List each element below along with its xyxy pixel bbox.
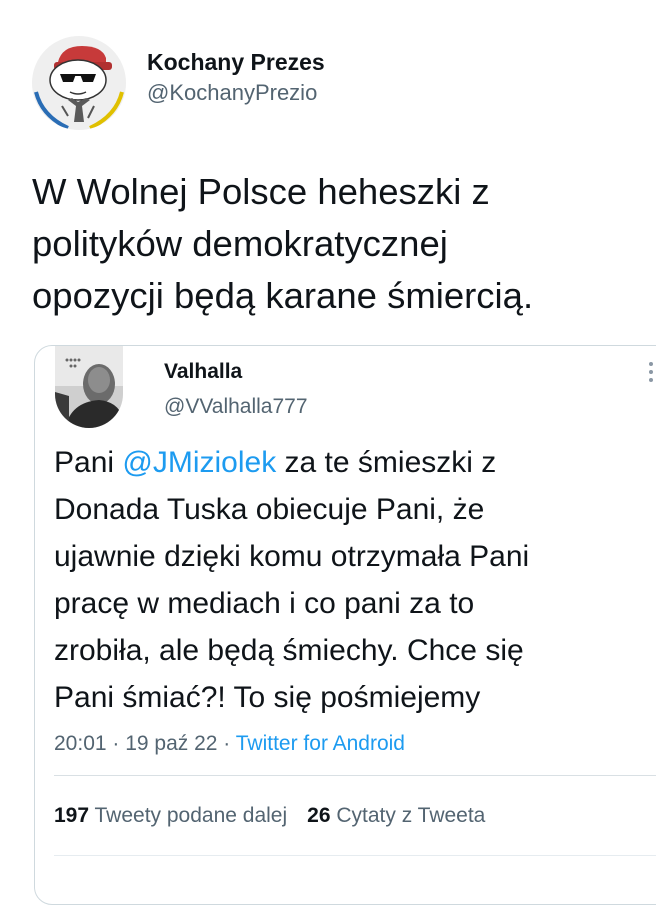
more-dots-icon (649, 362, 653, 382)
quoted-text-line: Pani śmiać?! To się pośmiejemy (54, 681, 481, 714)
quoted-text-line: Pani @JMiziolek za te śmieszki z (54, 439, 654, 486)
quoted-text-line: zrobiła, ale będą śmiechy. Chce się (54, 634, 524, 667)
quoted-tweet-text: Pani @JMiziolek za te śmieszki z Donada … (54, 439, 654, 721)
more-options-icon[interactable] (647, 360, 655, 386)
cartoon-avatar-icon (32, 36, 126, 130)
divider (54, 775, 656, 776)
tweet-text-line: W Wolnej Polsce heheszki z (32, 171, 490, 212)
retweets-count: 197 (54, 804, 90, 827)
mention-link[interactable]: @JMiziolek (122, 446, 276, 479)
quoted-tweet-stats: 197 Tweety podane dalej 26 Cytaty z Tweet… (54, 803, 485, 829)
author-info: Kochany Prezes @KochanyPrezio (147, 47, 325, 109)
quotes-label: Cytaty z Tweeta (330, 804, 486, 827)
retweets-label: Tweety podane dalej (89, 804, 288, 827)
quoted-text-line: pracę w mediach i co pani za to (54, 587, 475, 620)
tweet-text-line: opozycji będą karane śmiercią. (32, 275, 534, 316)
quoted-text-line: ujawnie dzięki komu otrzymała Pani (54, 540, 530, 573)
tweet-text: W Wolnej Polsce heheszki z polityków dem… (32, 166, 632, 322)
quoted-text-prefix: Pani (54, 446, 123, 479)
user-photo-icon (55, 346, 123, 428)
quotes-stat[interactable]: 26 Cytaty z Tweeta (307, 804, 485, 827)
author-avatar[interactable] (32, 36, 126, 130)
quoted-avatar[interactable] (55, 346, 123, 428)
quoted-author-name[interactable]: Valhalla (164, 359, 242, 385)
tweet-header: Kochany Prezes @KochanyPrezio (32, 36, 325, 130)
tweet-source-link[interactable]: Twitter for Android (236, 732, 405, 755)
quoted-text-line: Donada Tuska obiecuje Pani, że (54, 493, 485, 526)
quoted-author-handle[interactable]: @VValhalla777 (164, 394, 308, 420)
tweet-text-line: polityków demokratycznej (32, 223, 448, 264)
author-handle[interactable]: @KochanyPrezio (147, 77, 325, 109)
divider (54, 855, 656, 856)
retweets-stat[interactable]: 197 Tweety podane dalej (54, 804, 287, 827)
quotes-count: 26 (307, 804, 331, 827)
author-name[interactable]: Kochany Prezes (147, 47, 325, 77)
quoted-tweet-meta: 20:01 · 19 paź 22 · Twitter for Android (54, 731, 405, 757)
quoted-text-suffix: za te śmieszki z (276, 446, 497, 479)
tweet-timestamp[interactable]: 20:01 · 19 paź 22 · (54, 732, 236, 755)
quoted-tweet-card[interactable]: Valhalla @VValhalla777 Pani @JMiziolek z… (34, 345, 656, 905)
